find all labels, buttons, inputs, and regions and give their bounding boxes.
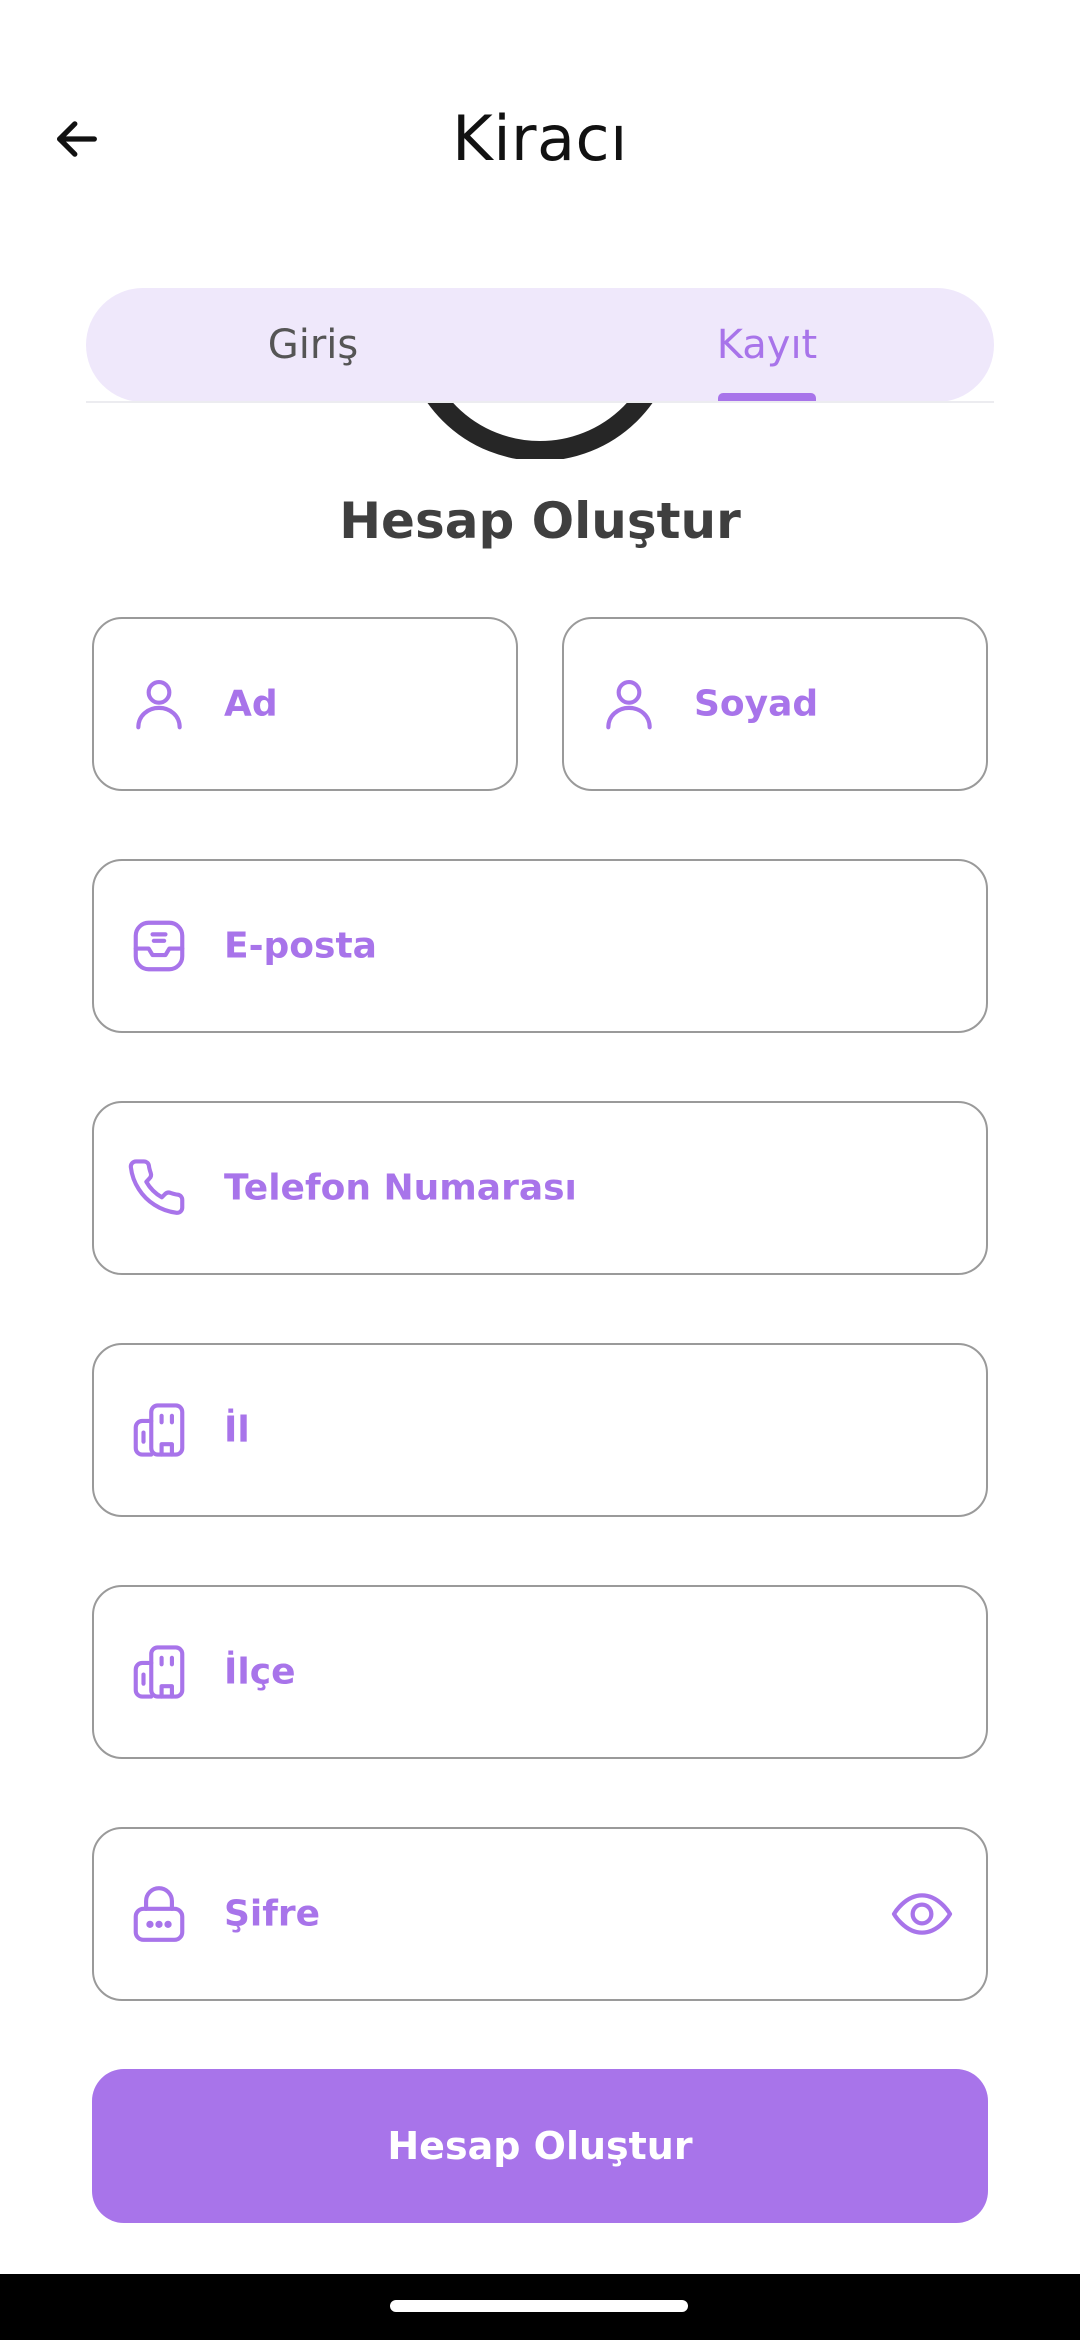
- email-field[interactable]: E-posta: [92, 859, 988, 1033]
- last-name-field[interactable]: Soyad: [562, 617, 988, 791]
- phone-field[interactable]: Telefon Numarası: [92, 1101, 988, 1275]
- create-account-button[interactable]: Hesap Oluştur: [92, 2069, 988, 2223]
- building-icon: [133, 1645, 185, 1699]
- last-name-placeholder: Soyad: [694, 683, 819, 725]
- building-icon: [133, 1403, 185, 1457]
- lock-icon: [133, 1886, 185, 1942]
- first-name-field[interactable]: Ad: [92, 617, 518, 791]
- auth-tabs: Giriş Kayıt: [86, 288, 994, 402]
- form-heading: Hesap Oluştur: [339, 492, 741, 550]
- app-bar: Kiracı: [0, 0, 1080, 290]
- page-title: Kiracı: [452, 102, 628, 175]
- password-placeholder: Şifre: [224, 1893, 321, 1935]
- district-placeholder: İlçe: [224, 1651, 296, 1693]
- tab-signup[interactable]: Kayıt: [540, 288, 994, 402]
- eye-icon[interactable]: [890, 1882, 954, 1946]
- password-field[interactable]: Şifre: [92, 1827, 988, 2001]
- phone-placeholder: Telefon Numarası: [224, 1167, 577, 1209]
- user-icon: [136, 679, 182, 730]
- city-placeholder: İl: [224, 1409, 250, 1451]
- phone-icon: [128, 1159, 185, 1215]
- district-field[interactable]: İlçe: [92, 1585, 988, 1759]
- inbox-icon: [133, 920, 185, 972]
- first-name-placeholder: Ad: [224, 683, 278, 725]
- avatar-ring: [402, 403, 678, 459]
- city-field[interactable]: İl: [92, 1343, 988, 1517]
- avatar: [0, 403, 1080, 459]
- tab-login[interactable]: Giriş: [86, 288, 540, 402]
- email-placeholder: E-posta: [224, 925, 377, 967]
- user-icon: [606, 679, 652, 730]
- home-gesture-handle[interactable]: [390, 2300, 688, 2312]
